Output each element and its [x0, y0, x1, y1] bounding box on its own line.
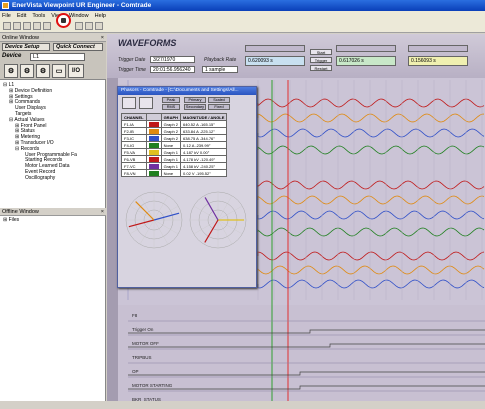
magnitude-cell: 4.158 kV -240.25° [180, 162, 228, 170]
channel-cell: F3-IC [121, 134, 147, 142]
peak-tab[interactable]: Peak [162, 97, 180, 103]
channel-cell: F1-IA [121, 120, 147, 128]
color-swatch [145, 127, 162, 135]
signal-label: TRIPBUS [132, 355, 152, 360]
table-row[interactable]: F6-VB Graph 1 4.178 kV -120.49° [121, 155, 228, 163]
color-swatch [145, 141, 162, 149]
signal-label: MOTOR OFF [132, 341, 159, 346]
phasor-vector [128, 219, 155, 228]
color-swatch [145, 169, 162, 177]
table-row[interactable]: F2-IB Graph 2 633.84 A -225.12° [121, 127, 228, 135]
table-row[interactable]: F8-VN None 0.02 V -195.52° [121, 169, 228, 177]
table-header-row: CHANNEL GRAPH MAGNITUDE / ANGLE [121, 113, 228, 121]
phasor-grid-line [153, 219, 179, 235]
column-header: MAGNITUDE / ANGLE [180, 113, 228, 121]
digital-trace [128, 371, 485, 376]
phasor-grid-line [217, 195, 233, 221]
phasor-grid-line [129, 219, 155, 235]
signal-label: MOTOR STARTING [132, 383, 173, 388]
graph-cell[interactable]: Graph 2 [160, 127, 182, 135]
color-swatch [145, 155, 162, 163]
table-row[interactable]: F7-VC Graph 1 4.158 kV -240.25° [121, 162, 228, 170]
graph-cell[interactable]: None [160, 141, 182, 149]
magnitude-cell: 4.187 kV 0.00° [180, 148, 228, 156]
channel-cell: F5-VA [121, 148, 147, 156]
color-swatch [145, 134, 162, 142]
channel-cell: F7-VC [121, 162, 147, 170]
phasor-vector [153, 212, 180, 221]
magnitude-cell: 0.12 A -239.99° [180, 141, 228, 149]
digital-trace [128, 329, 485, 334]
graph-cell[interactable]: None [160, 169, 182, 177]
graph-cell[interactable]: Graph 1 [160, 155, 182, 163]
table-row[interactable]: F5-VA Graph 1 4.187 kV 0.00° [121, 148, 228, 156]
phasor-vector [204, 197, 219, 221]
column-header: GRAPH [160, 113, 182, 121]
primary-tab[interactable]: Primary [184, 97, 206, 103]
phasor-chart-icon[interactable] [122, 97, 136, 109]
secondary-tab[interactable]: Secondary [184, 104, 206, 110]
table-row[interactable]: F1-IA Graph 2 640.52 A -165.15° [121, 120, 228, 128]
signal-label: OP [132, 369, 139, 374]
column-header: CHANNEL [121, 113, 147, 121]
scaled-tab[interactable]: Scaled [208, 97, 230, 103]
channel-cell: F8-VN [121, 169, 147, 177]
phasor-table: CHANNEL GRAPH MAGNITUDE / ANGLE F1-IA Gra… [121, 113, 228, 177]
channel-cell: F2-IB [121, 127, 147, 135]
phasor-grid-line [217, 219, 243, 235]
channel-cell: F4-IG [121, 141, 147, 149]
table-row[interactable]: F4-IG None 0.12 A -239.99° [121, 141, 228, 149]
phasor-diagrams [125, 191, 247, 249]
phasor-grid-line [153, 205, 179, 221]
digital-trace [128, 343, 485, 348]
magnitude-cell: 0.02 V -195.52° [180, 169, 228, 177]
phasor-table-icon[interactable] [139, 97, 153, 109]
phasor-title[interactable]: Phasors - Comtrade - [C:\Documents and S… [118, 87, 256, 95]
magnitude-cell: 4.178 kV -120.49° [180, 155, 228, 163]
graph-cell[interactable]: Graph 2 [160, 120, 182, 128]
rms-tab[interactable]: RMS [162, 104, 180, 110]
status-bar [0, 401, 485, 409]
phasor-grid-line [217, 205, 243, 221]
column-header [145, 113, 162, 121]
color-swatch [145, 162, 162, 170]
graph-cell[interactable]: Graph 2 [160, 134, 182, 142]
fixed-tab[interactable]: Fixed [208, 104, 230, 110]
signal-label: Trigger On [132, 327, 154, 332]
signal-label: F8 [132, 313, 138, 318]
table-row[interactable]: F3-IC Graph 2 638.75 A -344.76° [121, 134, 228, 142]
channel-cell: F6-VB [121, 155, 147, 163]
digital-trace [128, 385, 485, 390]
magnitude-cell: 640.52 A -165.15° [180, 120, 228, 128]
magnitude-cell: 633.84 A -225.12° [180, 127, 228, 135]
graph-cell[interactable]: Graph 1 [160, 148, 182, 156]
color-swatch [145, 148, 162, 156]
color-swatch [145, 120, 162, 128]
graph-cell[interactable]: Graph 1 [160, 162, 182, 170]
phasor-grid-line [153, 219, 169, 245]
magnitude-cell: 638.75 A -344.76° [180, 134, 228, 142]
phasor-grid-line [217, 219, 233, 245]
